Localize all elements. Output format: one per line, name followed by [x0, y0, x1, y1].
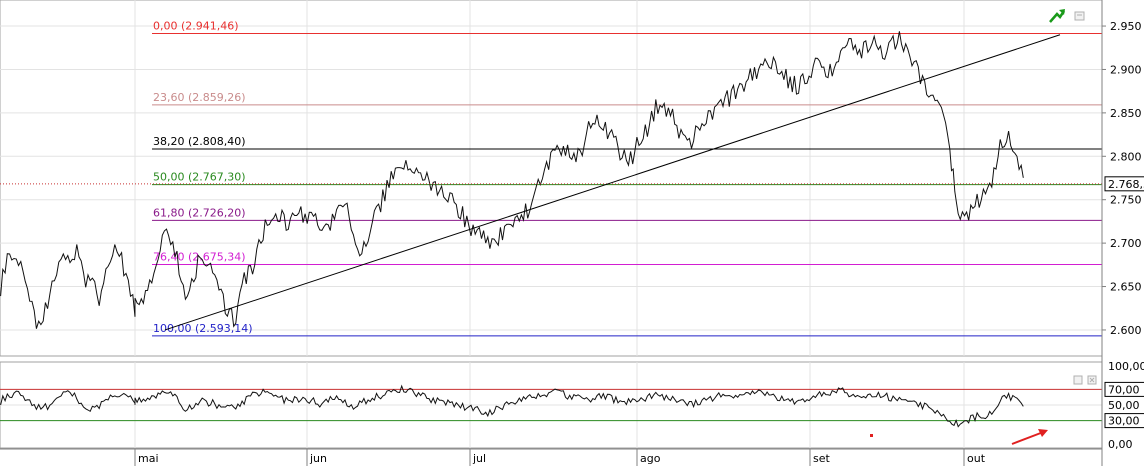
osc-y-tick-label: 100,00: [1108, 360, 1144, 373]
last-price-label: 2.768,3: [1108, 178, 1144, 191]
fib-level-label: 100,00 (2.593,14): [153, 322, 253, 335]
osc-y-tick-label: 0,00: [1108, 438, 1133, 451]
osc-y-tick-label: 70,00: [1108, 383, 1140, 396]
fib-level-label: 38,20 (2.808,40): [153, 135, 246, 148]
osc-y-tick-label: 50,00: [1108, 399, 1140, 412]
y-tick-label: 2.800: [1110, 150, 1142, 163]
y-tick-label: 2.650: [1110, 281, 1142, 294]
window-restore-icon[interactable]: [1074, 11, 1085, 21]
fib-level-label: 61,80 (2.726,20): [153, 206, 246, 219]
y-tick-label: 2.950: [1110, 20, 1142, 33]
fib-level-label: 0,00 (2.941,46): [153, 19, 239, 32]
x-tick-label: jul: [472, 452, 486, 465]
close-icon[interactable]: [1087, 375, 1097, 385]
y-tick-label: 2.900: [1110, 63, 1142, 76]
osc-y-tick-label: 30,00: [1108, 415, 1140, 428]
y-tick-label: 2.700: [1110, 237, 1142, 250]
x-tick-label: out: [967, 452, 986, 465]
y-tick-label: 2.750: [1110, 194, 1142, 207]
grid: [0, 0, 1103, 449]
fib-level-label: 50,00 (2.767,30): [153, 171, 246, 184]
y-tick-label: 2.600: [1110, 324, 1142, 337]
fib-level-label: 23,60 (2.859,26): [153, 91, 246, 104]
x-tick-label: set: [813, 452, 830, 465]
x-tick-label: ago: [640, 452, 661, 465]
x-tick-label: mai: [138, 452, 159, 465]
chart-canvas[interactable]: 0,00 (2.941,46) 23,60 (2.859,26) 38,20 (2.…: [0, 0, 1144, 466]
x-tick-label: jun: [309, 452, 327, 465]
annotation-dot: [870, 434, 873, 437]
y-tick-label: 2.850: [1110, 107, 1142, 120]
window-restore-icon[interactable]: [1073, 375, 1083, 385]
